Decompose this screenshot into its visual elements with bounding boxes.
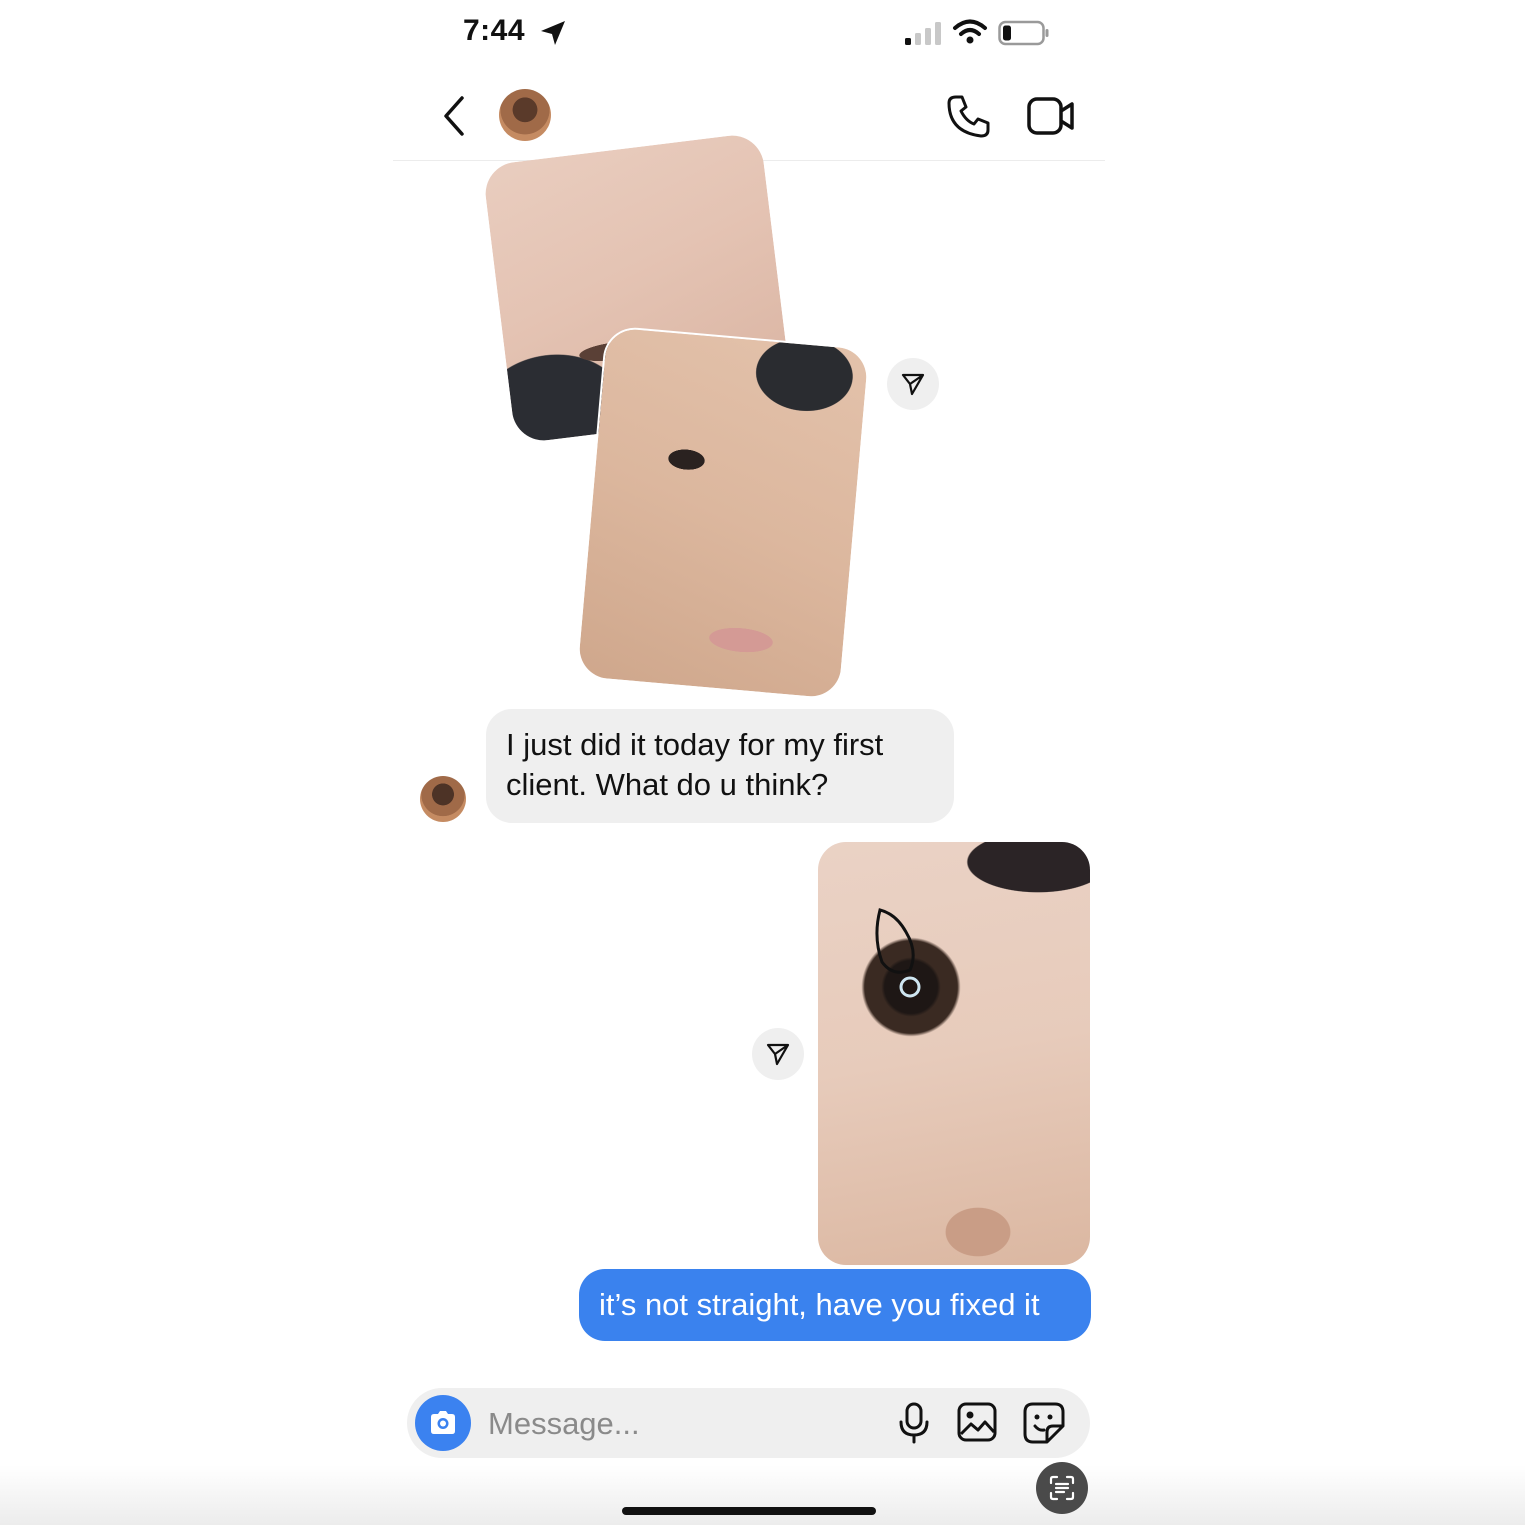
camera-icon bbox=[431, 1411, 455, 1434]
message-input[interactable] bbox=[486, 1402, 870, 1446]
camera-button[interactable] bbox=[415, 1395, 471, 1451]
drawn-annotation bbox=[875, 908, 921, 998]
gallery-icon[interactable] bbox=[957, 1402, 997, 1442]
cellular-signal-icon bbox=[905, 22, 941, 45]
contact-avatar-small[interactable] bbox=[420, 776, 466, 822]
forward-button[interactable] bbox=[887, 358, 939, 410]
outgoing-photo[interactable] bbox=[818, 842, 1090, 1265]
contact-avatar[interactable] bbox=[499, 89, 551, 141]
location-arrow-icon bbox=[541, 21, 565, 45]
phone-call-icon[interactable] bbox=[944, 92, 992, 140]
outgoing-message[interactable]: it’s not straight, have you fixed it bbox=[579, 1269, 1091, 1341]
forward-button[interactable] bbox=[752, 1028, 804, 1080]
live-text-button[interactable] bbox=[1036, 1462, 1088, 1514]
battery-icon bbox=[998, 20, 1049, 46]
bottom-fade bbox=[0, 1465, 1525, 1525]
status-time: 7:44 bbox=[463, 14, 526, 47]
home-indicator[interactable] bbox=[622, 1507, 876, 1515]
wifi-icon bbox=[953, 19, 987, 44]
incoming-message[interactable]: I just did it today for my first client.… bbox=[486, 709, 954, 823]
microphone-icon[interactable] bbox=[896, 1402, 932, 1444]
sticker-icon[interactable] bbox=[1023, 1402, 1065, 1444]
incoming-photo-2[interactable] bbox=[577, 327, 869, 699]
send-arrow-icon bbox=[901, 373, 925, 396]
send-arrow-icon bbox=[766, 1043, 790, 1066]
text-scan-icon bbox=[1049, 1475, 1075, 1501]
video-call-icon[interactable] bbox=[1026, 94, 1076, 138]
back-chevron-icon[interactable] bbox=[436, 94, 472, 138]
